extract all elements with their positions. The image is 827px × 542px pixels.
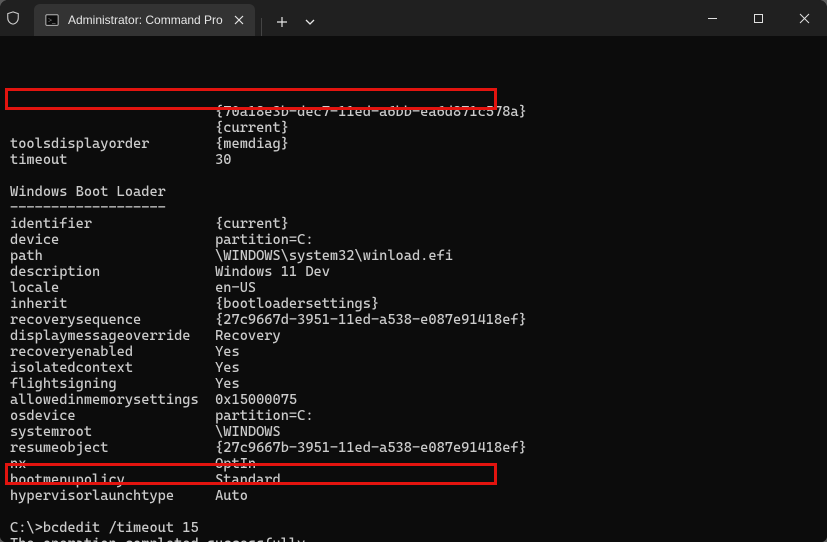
loader-row: displaymessageoverride Recovery: [10, 328, 827, 344]
loader-row: resumeobject {27c9667b-3951-11ed-a538-e0…: [10, 440, 827, 456]
tab-divider: [261, 18, 262, 36]
tab-strip: >_ Administrator: Command Pro: [26, 0, 689, 36]
loader-row: flightsigning Yes: [10, 376, 827, 392]
loader-row: osdevice partition=C:: [10, 408, 827, 424]
blank-line: [10, 504, 827, 520]
titlebar: >_ Administrator: Command Pro: [0, 0, 827, 36]
result-line: The operation completed successfully.: [10, 536, 827, 542]
uac-shield-icon: [4, 9, 22, 27]
new-tab-dropdown-button[interactable]: [298, 8, 322, 36]
minimize-button[interactable]: [689, 0, 735, 36]
terminal-output[interactable]: {70a18e3b-dec7-11ed-a6bb-ea6d871c578a} {…: [0, 36, 827, 542]
timeout-row: timeout 30: [10, 152, 827, 168]
loader-row: recoveryenabled Yes: [10, 344, 827, 360]
svg-text:>_: >_: [48, 17, 56, 25]
loader-row: hypervisorlaunchtype Auto: [10, 488, 827, 504]
loader-row: isolatedcontext Yes: [10, 360, 827, 376]
loader-row: locale en-US: [10, 280, 827, 296]
loader-row: identifier {current}: [10, 216, 827, 232]
loader-row: recoverysequence {27c9667d-3951-11ed-a53…: [10, 312, 827, 328]
loader-row: description Windows 11 Dev: [10, 264, 827, 280]
output-line: {70a18e3b-dec7-11ed-a6bb-ea6d871c578a}: [10, 104, 827, 120]
loader-row: device partition=C:: [10, 232, 827, 248]
loader-row: nx OptIn: [10, 456, 827, 472]
tab-title: Administrator: Command Pro: [68, 13, 223, 27]
terminal-window: >_ Administrator: Command Pro: [0, 0, 827, 542]
loader-row: inherit {bootloadersettings}: [10, 296, 827, 312]
tab-active[interactable]: >_ Administrator: Command Pro: [34, 4, 255, 36]
loader-row: bootmenupolicy Standard: [10, 472, 827, 488]
cmd-icon: >_: [44, 12, 60, 28]
blank-line: [10, 168, 827, 184]
close-button[interactable]: [781, 0, 827, 36]
output-line: {current}: [10, 120, 827, 136]
new-tab-button[interactable]: [268, 8, 296, 36]
loader-row: allowedinmemorysettings 0x15000075: [10, 392, 827, 408]
command-line: C:\>bcdedit /timeout 15: [10, 520, 827, 536]
loader-row: path \WINDOWS\system32\winload.efi: [10, 248, 827, 264]
section-rule: -------------------: [10, 200, 827, 216]
output-line: toolsdisplayorder {memdiag}: [10, 136, 827, 152]
maximize-button[interactable]: [735, 0, 781, 36]
window-controls: [689, 0, 827, 36]
section-title: Windows Boot Loader: [10, 184, 827, 200]
loader-row: systemroot \WINDOWS: [10, 424, 827, 440]
tab-close-button[interactable]: [231, 12, 247, 28]
